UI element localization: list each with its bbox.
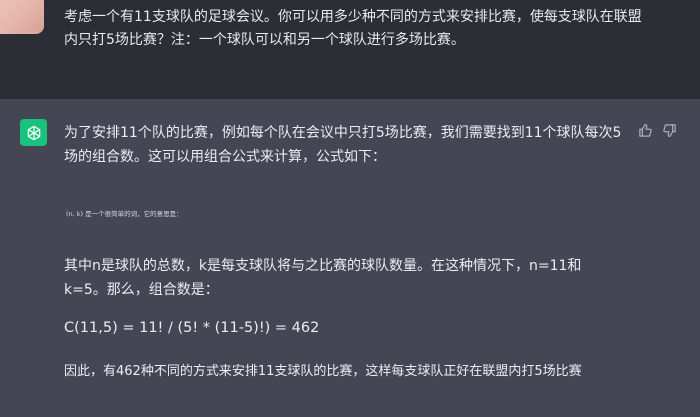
assistant-avatar [20, 119, 47, 146]
user-avatar [0, 0, 44, 34]
assistant-paragraph-2: 其中n是球队的总数，k是每支球队将与之比赛的球队数量。在这种情况下，n=11和k… [64, 258, 582, 298]
thumbs-up-icon [638, 123, 652, 137]
assistant-small-note: (n, k) 是一个很简单的词，它的意思是： [66, 210, 183, 218]
assistant-paragraph-3: 因此，有462种不同的方式来安排11支球队的比赛，这样每支球队正好在联盟内打5场… [64, 364, 582, 379]
assistant-message-row: 为了安排11个队的比赛，例如每个队在会议中只打5场比赛，我们需要找到11个球队每… [0, 99, 700, 417]
openai-logo-icon [27, 125, 40, 140]
assistant-formula: C(11,5) = 11! / (5! * (11-5)!) = 462 [64, 320, 320, 336]
user-message-text: 考虑一个有11支球队的足球会议。你可以用多少种不同的方式来安排比赛，使每支球队在… [64, 9, 642, 48]
user-message-row: 考虑一个有11支球队的足球会议。你可以用多少种不同的方式来安排比赛，使每支球队在… [0, 0, 700, 99]
thumbs-up-button[interactable] [636, 121, 654, 139]
thumbs-down-button[interactable] [660, 121, 678, 139]
thumbs-down-icon [662, 123, 676, 137]
assistant-paragraph-1: 为了安排11个队的比赛，例如每个队在会议中只打5场比赛，我们需要找到11个球队每… [64, 125, 622, 165]
